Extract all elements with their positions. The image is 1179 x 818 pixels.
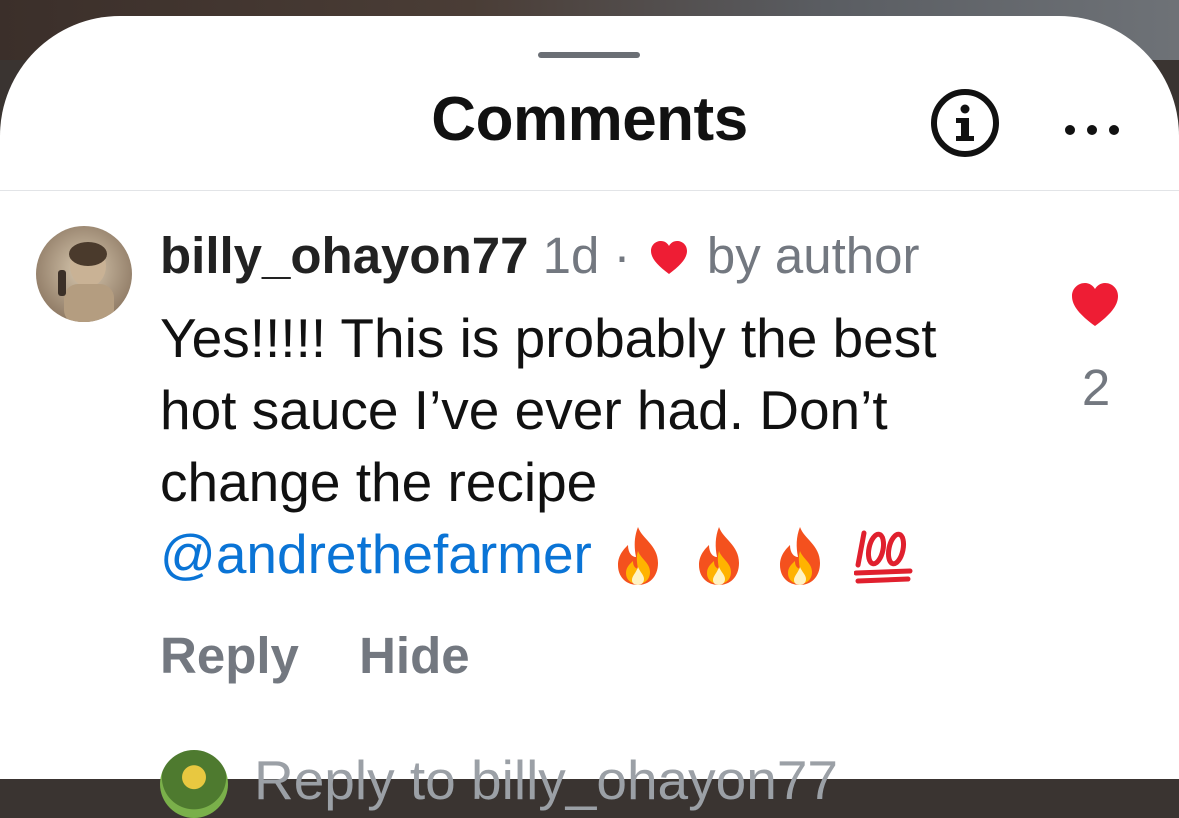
comment-text-line-1: Yes!!!!! This is probably the best (160, 307, 937, 369)
avatar-photo (36, 226, 132, 322)
info-button[interactable] (930, 88, 1000, 158)
more-options-button[interactable] (1062, 106, 1132, 142)
hundred-points-emoji-icon (853, 530, 913, 584)
like-count: 2 (1081, 359, 1111, 416)
mention-link[interactable]: @andrethefarmer (160, 523, 592, 585)
comment-text-line-3: change the recipe (160, 451, 598, 513)
like-heart-icon[interactable] (1070, 282, 1120, 328)
comment-text-line-4: @andrethefarmer (160, 518, 1040, 604)
comment-actions: Reply Hide (160, 626, 516, 685)
author-heart-icon (650, 241, 687, 274)
more-icon (1065, 125, 1119, 135)
meta-separator: · (613, 227, 631, 284)
comment-text-line-2: hot sauce I’ve ever had. Don’t (160, 379, 888, 441)
comment-time: 1d (542, 227, 600, 284)
reply-input[interactable]: Reply to billy_ohayon77 (254, 748, 838, 812)
header-divider (0, 190, 1179, 191)
current-user-avatar (160, 750, 228, 818)
hide-button[interactable]: Hide (359, 627, 470, 684)
comment-username[interactable]: billy_ohayon77 (160, 227, 528, 284)
liked-by-author-label: by author (706, 227, 920, 284)
avatar[interactable] (36, 226, 132, 322)
comment-header: billy_ohayon77 1d · by author (160, 226, 920, 286)
fire-emoji-icon (617, 527, 658, 585)
fire-emoji-icon (699, 527, 740, 585)
sheet-grabber[interactable] (538, 52, 640, 58)
emoji-group (610, 525, 924, 604)
fire-emoji-icon (780, 527, 821, 585)
comment-body: Yes!!!!! This is probably the best hot s… (160, 302, 1040, 604)
page-title: Comments (431, 85, 748, 154)
info-icon (931, 89, 999, 157)
reply-button[interactable]: Reply (160, 627, 299, 684)
